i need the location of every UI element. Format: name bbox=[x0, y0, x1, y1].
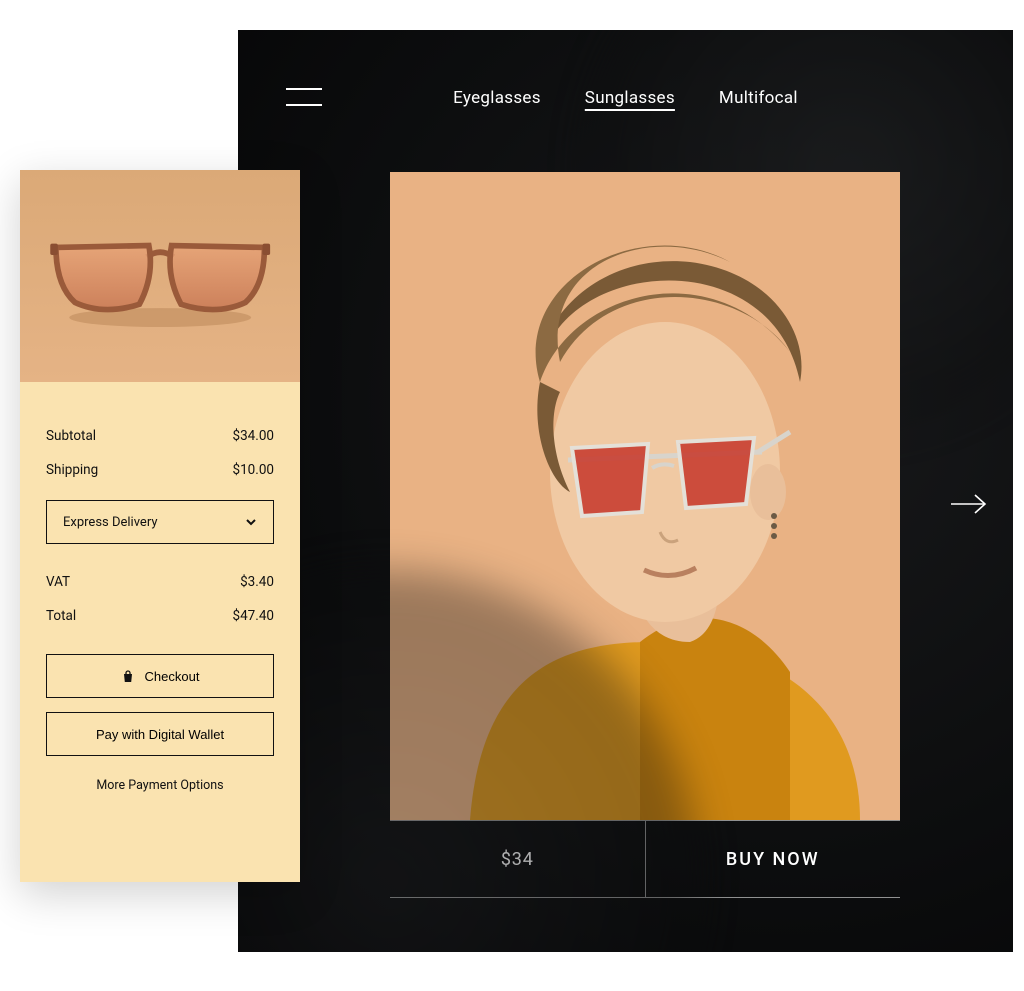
subtotal-row: Subtotal $34.00 bbox=[46, 428, 274, 444]
checkout-button-label: Checkout bbox=[145, 669, 200, 684]
more-payment-options-link[interactable]: More Payment Options bbox=[46, 778, 274, 793]
shipping-value: $10.00 bbox=[233, 462, 275, 478]
checkout-summary: Subtotal $34.00 Shipping $10.00 Express … bbox=[20, 382, 300, 882]
shipping-label: Shipping bbox=[46, 462, 98, 478]
wallet-button[interactable]: Pay with Digital Wallet bbox=[46, 712, 274, 756]
price-label: $34 bbox=[390, 821, 646, 897]
buy-now-button[interactable]: BUY NOW bbox=[646, 821, 901, 897]
price-buy-bar: $34 BUY NOW bbox=[390, 820, 900, 898]
product-page-panel: Eyeglasses Sunglasses Multifocal bbox=[238, 30, 1013, 952]
nav-item-eyeglasses[interactable]: Eyeglasses bbox=[453, 88, 541, 112]
chevron-down-icon bbox=[245, 516, 257, 528]
subtotal-label: Subtotal bbox=[46, 428, 96, 444]
bag-icon bbox=[121, 669, 135, 683]
wallet-button-label: Pay with Digital Wallet bbox=[96, 727, 224, 742]
total-row: Total $47.40 bbox=[46, 608, 274, 624]
total-value: $47.40 bbox=[233, 608, 275, 624]
cart-product-thumbnail bbox=[20, 170, 300, 382]
vat-value: $3.40 bbox=[240, 574, 274, 590]
vat-label: VAT bbox=[46, 574, 70, 590]
nav-item-multifocal[interactable]: Multifocal bbox=[719, 88, 798, 112]
vat-row: VAT $3.40 bbox=[46, 574, 274, 590]
next-arrow-icon[interactable] bbox=[949, 492, 989, 516]
delivery-select[interactable]: Express Delivery bbox=[46, 500, 274, 544]
checkout-button[interactable]: Checkout bbox=[46, 654, 274, 698]
nav-item-sunglasses[interactable]: Sunglasses bbox=[585, 88, 675, 112]
total-label: Total bbox=[46, 608, 76, 624]
category-nav: Eyeglasses Sunglasses Multifocal bbox=[238, 88, 1013, 112]
checkout-card: Subtotal $34.00 Shipping $10.00 Express … bbox=[20, 170, 300, 882]
shipping-row: Shipping $10.00 bbox=[46, 462, 274, 478]
product-hero-image bbox=[390, 172, 900, 820]
subtotal-value: $34.00 bbox=[233, 428, 275, 444]
delivery-select-value: Express Delivery bbox=[63, 515, 158, 530]
